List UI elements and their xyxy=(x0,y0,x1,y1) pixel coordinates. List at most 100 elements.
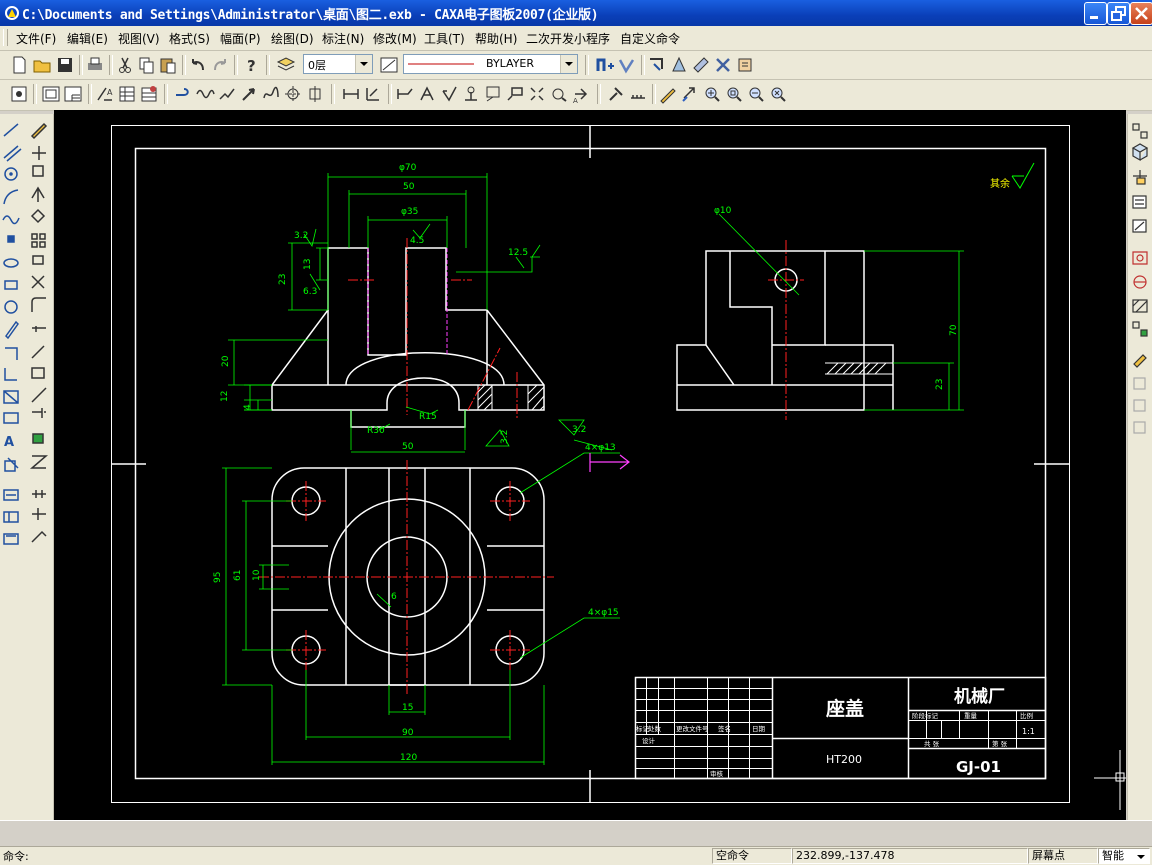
svg-text:A: A xyxy=(573,97,578,105)
svg-text:20: 20 xyxy=(221,355,231,367)
menu-modify[interactable]: 修改(M) xyxy=(373,30,417,47)
command-prompt[interactable]: 命令: xyxy=(3,848,29,864)
svg-text:23: 23 xyxy=(278,274,288,285)
svg-text:?: ? xyxy=(247,57,256,75)
svg-text:12.5: 12.5 xyxy=(508,248,528,258)
svg-text:比例: 比例 xyxy=(1020,711,1033,720)
parts-number-icon[interactable]: A xyxy=(94,83,116,105)
coordinate-dim-icon[interactable] xyxy=(362,83,384,105)
svg-text:6: 6 xyxy=(391,592,397,602)
parts-table-icon[interactable] xyxy=(138,83,160,105)
break-line-icon[interactable] xyxy=(216,83,238,105)
paste-icon[interactable] xyxy=(157,54,179,76)
title-block-icon[interactable] xyxy=(62,83,84,105)
minimize-button[interactable] xyxy=(1084,2,1107,25)
menu-tools[interactable]: 工具(T) xyxy=(424,30,465,47)
tolerance-icon[interactable] xyxy=(504,83,526,105)
linetype-select[interactable]: BYLAYER xyxy=(403,54,578,74)
close-button[interactable] xyxy=(1130,2,1152,25)
cut-icon[interactable] xyxy=(114,54,136,76)
redo-icon[interactable] xyxy=(209,54,231,76)
zoom-window-magnifier-icon[interactable] xyxy=(723,83,745,105)
menu-dimension[interactable]: 标注(N) xyxy=(322,30,364,47)
drawing-number: GJ-01 xyxy=(956,758,1001,776)
layer-select[interactable]: 0层 xyxy=(303,54,373,74)
save-icon[interactable] xyxy=(54,54,76,76)
view-label-icon[interactable] xyxy=(548,83,570,105)
query-icon[interactable] xyxy=(605,83,627,105)
cad-drawing[interactable]: 其余 φ70 50 φ35 4.5 3.2 6.3 12.5 23 13 20 … xyxy=(54,110,1126,820)
object-properties-icon[interactable] xyxy=(668,54,690,76)
menu-format[interactable]: 格式(S) xyxy=(169,30,210,47)
zoom-extents-icon[interactable] xyxy=(767,83,789,105)
parts-list-icon[interactable] xyxy=(116,83,138,105)
zoom-window-icon[interactable] xyxy=(8,83,30,105)
menu-help[interactable]: 帮助(H) xyxy=(475,30,517,47)
copy-icon[interactable] xyxy=(135,54,157,76)
drawing-tool-icons[interactable]: A xyxy=(0,116,53,556)
pan-hand-icon[interactable] xyxy=(734,54,756,76)
tool-settings-icon[interactable] xyxy=(712,54,734,76)
drawing-tools-bar: A xyxy=(0,114,54,820)
svg-text:4: 4 xyxy=(243,404,253,410)
menu-view[interactable]: 视图(V) xyxy=(118,30,160,47)
menu-secondary-dev[interactable]: 二次开发小程序 xyxy=(526,30,610,47)
format-brush-icon[interactable] xyxy=(690,54,712,76)
snap-mode-select[interactable]: 智能 xyxy=(1098,848,1150,864)
new-file-icon[interactable] xyxy=(8,54,30,76)
svg-text:A: A xyxy=(4,435,14,450)
svg-text:更改文件号: 更改文件号 xyxy=(676,724,709,733)
print-icon[interactable] xyxy=(84,54,106,76)
menu-grip[interactable] xyxy=(3,29,8,46)
wave-line-icon[interactable] xyxy=(194,83,216,105)
svg-text:90: 90 xyxy=(402,728,414,738)
arrow-tool-icon[interactable] xyxy=(238,83,260,105)
text-annotation-icon[interactable] xyxy=(416,83,438,105)
right-tools-bar xyxy=(1127,114,1152,820)
caxa-app-icon[interactable] xyxy=(4,5,20,21)
help-icon[interactable]: ? xyxy=(240,54,262,76)
snap-icon[interactable] xyxy=(594,54,616,76)
zoom-previous-icon[interactable] xyxy=(745,83,767,105)
datum-icon[interactable] xyxy=(460,83,482,105)
line-tool-icon[interactable] xyxy=(172,83,194,105)
undo-icon[interactable] xyxy=(187,54,209,76)
svg-text:A: A xyxy=(107,88,113,97)
section-symbol-icon[interactable] xyxy=(526,83,548,105)
linetype-icon[interactable] xyxy=(378,54,400,76)
menu-edit[interactable]: 编辑(E) xyxy=(67,30,108,47)
drawing-canvas[interactable]: 其余 φ70 50 φ35 4.5 3.2 6.3 12.5 23 13 20 … xyxy=(54,110,1126,820)
side-view-dimensions xyxy=(718,213,964,411)
redraw-icon[interactable] xyxy=(646,54,668,76)
menu-custom-command[interactable]: 自定义命令 xyxy=(620,30,680,47)
restore-button[interactable] xyxy=(1107,2,1130,25)
surface-note: 其余 xyxy=(990,177,1010,190)
measure-icon[interactable] xyxy=(627,83,649,105)
ortho-icon[interactable] xyxy=(616,54,638,76)
dynamic-pan-icon[interactable] xyxy=(679,83,701,105)
menu-draw[interactable]: 绘图(D) xyxy=(271,30,314,47)
right-tool-icons[interactable] xyxy=(1128,120,1152,440)
svg-text:10: 10 xyxy=(252,569,262,581)
svg-text:4×φ15: 4×φ15 xyxy=(588,608,619,618)
chamfer-dim-icon[interactable] xyxy=(394,83,416,105)
layer-icon[interactable] xyxy=(275,54,297,76)
direction-label-icon[interactable]: A xyxy=(570,83,592,105)
dimension-icon[interactable] xyxy=(340,83,362,105)
zoom-realtime-icon[interactable] xyxy=(701,83,723,105)
open-file-icon[interactable] xyxy=(31,54,53,76)
section-arrow xyxy=(589,453,630,472)
menu-file[interactable]: 文件(F) xyxy=(16,30,56,47)
menu-sheet[interactable]: 幅面(P) xyxy=(220,30,261,47)
svg-text:φ70: φ70 xyxy=(399,163,417,173)
centerline-icon[interactable] xyxy=(282,83,304,105)
roughness-icon[interactable] xyxy=(438,83,460,105)
pencil-edit-icon[interactable] xyxy=(657,83,679,105)
drawing-frame-icon[interactable] xyxy=(40,83,62,105)
symmetric-line-icon[interactable] xyxy=(304,83,326,105)
svg-text:3.2: 3.2 xyxy=(294,231,308,241)
svg-text:3.2: 3.2 xyxy=(500,430,510,444)
spline-icon[interactable] xyxy=(260,83,282,105)
company-name: 机械厂 xyxy=(954,686,1005,707)
weld-symbol-icon[interactable] xyxy=(482,83,504,105)
